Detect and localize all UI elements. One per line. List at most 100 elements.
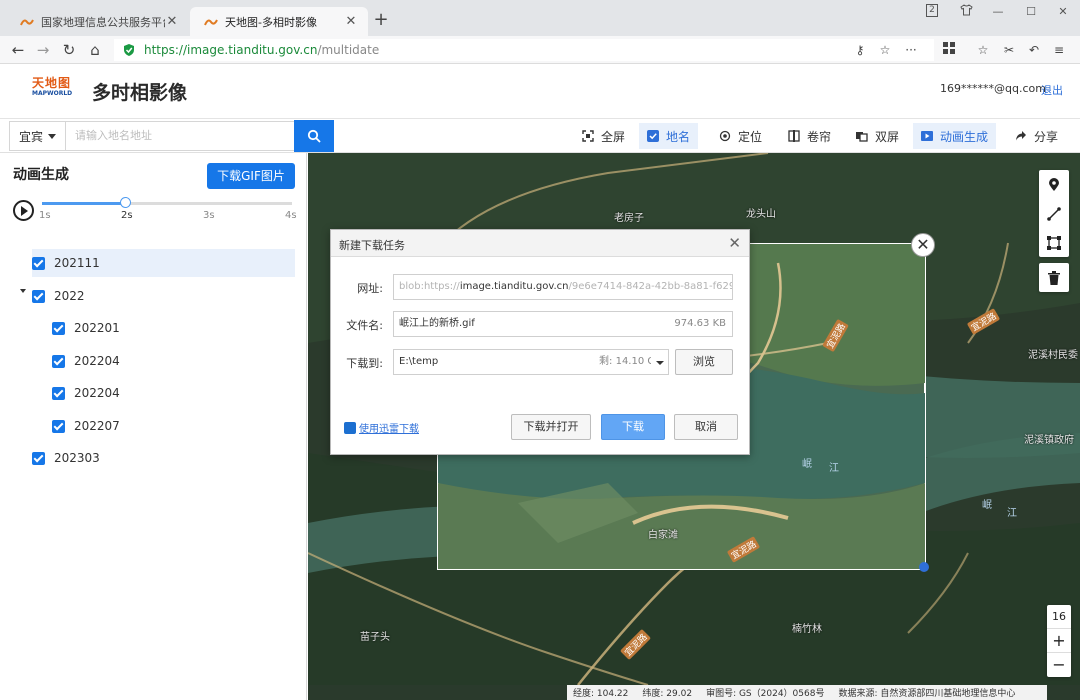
tab-count-badge[interactable]: 2: [926, 4, 938, 17]
speed-tick-selected[interactable]: 2s: [121, 210, 133, 221]
checkbox-checked-icon[interactable]: [32, 451, 45, 465]
search-button[interactable]: [294, 120, 334, 152]
tianditu-logo[interactable]: 天地图 MAPWORLD: [32, 76, 76, 102]
tianditu-favicon-icon: [204, 19, 218, 25]
river-label: 江: [1007, 508, 1017, 519]
bookmark-star-icon[interactable]: ☆: [877, 42, 893, 58]
tool-fullscreen[interactable]: 全屏: [574, 123, 633, 149]
tool-swipe[interactable]: 卷帘: [780, 123, 839, 149]
checkbox-checked-icon[interactable]: [52, 321, 65, 335]
browser-nav-bar: ← → ↻ ⌂ https://image.tianditu.gov.cn /m…: [0, 36, 1080, 64]
tool-locate[interactable]: 定位: [711, 123, 770, 149]
forward-icon[interactable]: →: [33, 40, 53, 60]
maximize-icon[interactable]: ☐: [1023, 4, 1039, 20]
cancel-button[interactable]: 取消: [674, 414, 738, 440]
tool-place-names[interactable]: 地名: [639, 123, 699, 149]
checkbox-checked-icon[interactable]: [52, 386, 65, 400]
browser-tab-2[interactable]: 天地图-多相时影像 ✕: [190, 7, 368, 36]
zoom-control: 16 + −: [1047, 605, 1071, 677]
tree-item-202201[interactable]: 202201: [52, 314, 120, 342]
home-icon[interactable]: ⌂: [85, 40, 105, 60]
reload-icon[interactable]: ↻: [59, 40, 79, 60]
checkbox-checked-icon[interactable]: [52, 354, 65, 368]
url-host: https://image.tianditu.gov.cn: [144, 43, 318, 57]
draw-line-icon[interactable]: [1039, 199, 1069, 228]
zoom-level: 16: [1047, 605, 1071, 629]
close-dialog-icon[interactable]: ✕: [728, 234, 741, 252]
tree-item-2022[interactable]: 2022: [32, 282, 85, 310]
share-icon: [1016, 131, 1026, 141]
tool-share[interactable]: 分享: [1007, 123, 1066, 149]
close-tab-icon[interactable]: ✕: [344, 14, 358, 29]
trash-icon[interactable]: [1039, 263, 1069, 292]
menu-icon[interactable]: ≡: [1051, 42, 1067, 58]
minimize-icon[interactable]: —: [990, 4, 1006, 20]
tree-item-202303[interactable]: 202303: [32, 444, 100, 472]
download-gif-button[interactable]: 下载GIF图片: [207, 163, 295, 189]
filename-label: 文件名:: [346, 319, 383, 332]
zoom-out-button[interactable]: −: [1047, 653, 1071, 677]
zoom-in-button[interactable]: +: [1047, 629, 1071, 653]
path-dropdown-icon[interactable]: [651, 349, 669, 375]
tool-label: 全屏: [601, 129, 626, 144]
url-rest: /9e6e7414-842a-42bb-8a81-f629a01: [568, 281, 733, 292]
download-and-open-button[interactable]: 下载并打开: [511, 414, 591, 440]
tree-item-label: 202204: [74, 354, 120, 368]
save-path-field[interactable]: E:\temp 剩: 14.10 GB: [393, 349, 669, 375]
place-label: 泥溪村民委: [1028, 350, 1078, 361]
shirt-icon[interactable]: [958, 4, 974, 20]
selection-resize-handle[interactable]: [919, 562, 929, 572]
tree-item-202207[interactable]: 202207: [52, 412, 120, 440]
tool-animation[interactable]: 动画生成: [913, 123, 997, 149]
city-select[interactable]: 宜宾: [9, 121, 65, 151]
checkbox-checked-icon[interactable]: [52, 419, 65, 433]
tree-item-202111[interactable]: 202111: [32, 249, 295, 277]
close-tab-icon[interactable]: ✕: [165, 14, 179, 29]
favorites-list-icon[interactable]: ☆: [975, 42, 991, 58]
tool-dual-screen[interactable]: 双屏: [848, 123, 907, 149]
url-field[interactable]: blob:https://image.tianditu.gov.cn/9e6e7…: [393, 274, 733, 300]
tree-item-label: 202207: [74, 419, 120, 433]
back-icon[interactable]: ←: [8, 40, 28, 60]
address-bar[interactable]: https://image.tianditu.gov.cn /multidate: [114, 39, 934, 61]
site-header: 天地图 MAPWORLD 多时相影像 169******@qq.com 退出: [0, 65, 1080, 119]
tool-label: 地名: [666, 129, 691, 144]
expand-caret-icon[interactable]: [20, 289, 26, 293]
download-button[interactable]: 下载: [601, 414, 665, 440]
more-icon[interactable]: ···: [903, 42, 919, 58]
user-account[interactable]: 169******@qq.com: [940, 82, 1046, 95]
tree-item-202204[interactable]: 202204: [52, 347, 120, 375]
saveto-row: 下载到: E:\temp 剩: 14.10 GB 浏览: [331, 349, 751, 375]
river-label: 江: [829, 463, 839, 474]
tree-item-202204-b[interactable]: 202204: [52, 379, 120, 407]
close-selection-icon[interactable]: ✕: [911, 233, 935, 257]
play-icon[interactable]: [13, 200, 34, 221]
browser-tab-1[interactable]: 国家地理信息公共服务平台 天 ✕: [6, 7, 189, 36]
close-window-icon[interactable]: ✕: [1055, 4, 1071, 20]
scissors-icon[interactable]: ✂: [1001, 42, 1017, 58]
speed-tick[interactable]: 4s: [285, 210, 297, 221]
thunder-download-link[interactable]: 使用迅雷下载: [344, 420, 419, 435]
thunder-icon: [344, 421, 356, 434]
swipe-icon: [788, 130, 800, 142]
speed-slider-handle[interactable]: [120, 197, 132, 208]
browse-button[interactable]: 浏览: [675, 349, 733, 375]
logout-link[interactable]: 退出: [1041, 82, 1063, 98]
new-tab-button[interactable]: +: [372, 10, 390, 30]
speed-tick[interactable]: 1s: [39, 210, 51, 221]
search-input[interactable]: [65, 121, 295, 151]
speed-tick[interactable]: 3s: [203, 210, 215, 221]
draw-rectangle-icon[interactable]: [1039, 228, 1069, 257]
speed-slider-fill: [42, 202, 126, 205]
locate-icon: [719, 130, 731, 142]
checkbox-checked-icon[interactable]: [32, 289, 45, 303]
marker-pin-icon[interactable]: [1039, 170, 1069, 199]
dialog-header: 新建下载任务 ✕: [331, 230, 749, 257]
key-icon[interactable]: ⚷: [852, 42, 868, 58]
undo-icon[interactable]: ↶: [1026, 42, 1042, 58]
filename-field[interactable]: 岷江上的新桥.gif 974.63 KB: [393, 311, 733, 337]
checkbox-checked-icon[interactable]: [32, 256, 45, 270]
apps-grid-icon[interactable]: [941, 42, 957, 58]
logo-text-en: MAPWORLD: [32, 90, 73, 97]
speed-slider[interactable]: [42, 197, 292, 208]
